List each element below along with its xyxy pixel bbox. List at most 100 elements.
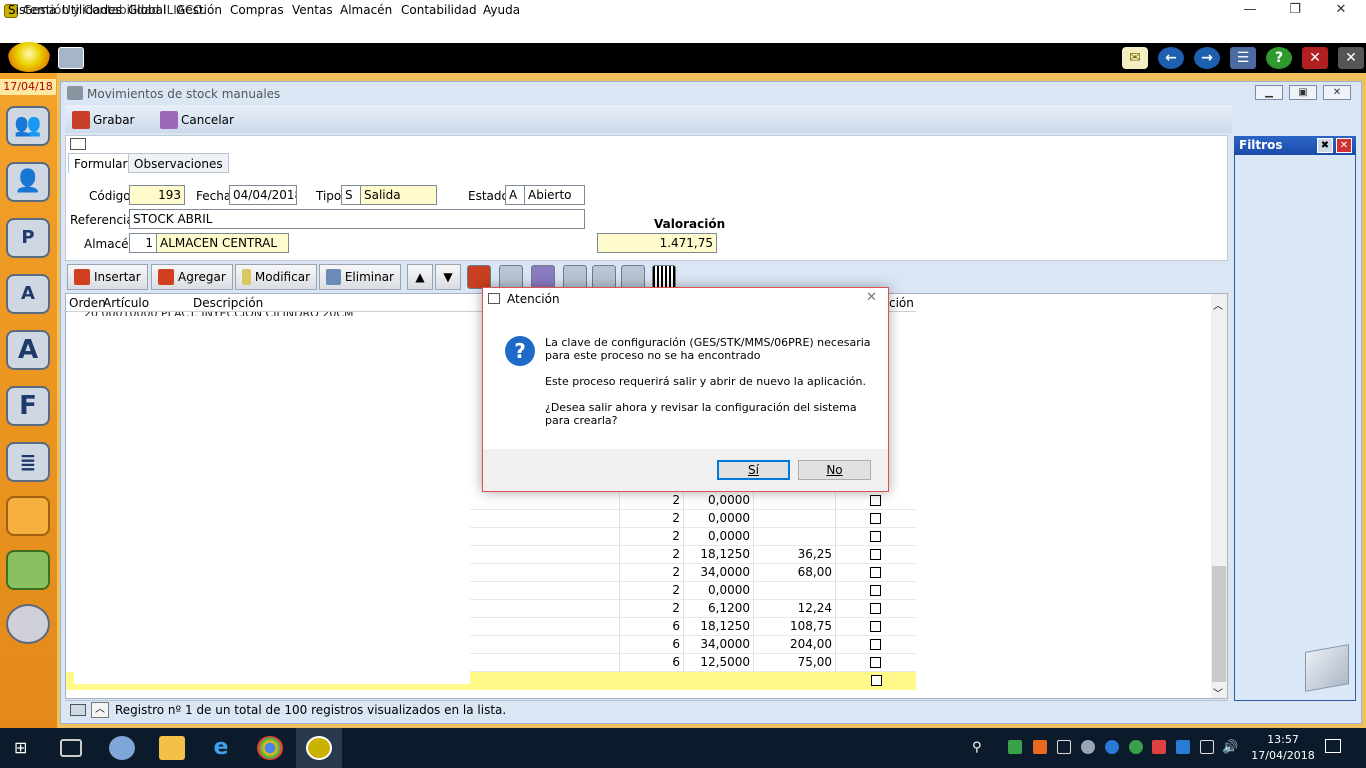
users-icon[interactable]: 👥 — [6, 106, 50, 146]
network-icon[interactable] — [1200, 740, 1214, 754]
row-checkbox[interactable] — [871, 675, 882, 686]
add-button[interactable]: Agregar — [151, 264, 233, 290]
row-checkbox[interactable] — [870, 585, 881, 596]
chrome-icon[interactable] — [257, 736, 283, 760]
app-orb-icon[interactable] — [8, 42, 50, 72]
bag-green-icon[interactable] — [6, 550, 50, 590]
red-tray-icon[interactable] — [1152, 740, 1166, 754]
bag-orange-icon[interactable] — [6, 496, 50, 536]
col-descripcion[interactable]: Descripción — [193, 296, 263, 310]
task-view-icon[interactable] — [60, 739, 82, 757]
status-view-icon[interactable] — [70, 704, 86, 716]
menu-compras[interactable]: Compras — [230, 3, 284, 17]
fecha-field[interactable]: 04/04/2018 — [229, 185, 297, 205]
tool-icon-1[interactable] — [467, 265, 491, 289]
user-a-icon[interactable]: A — [6, 274, 50, 314]
estado-code-field[interactable]: A — [505, 185, 525, 205]
taskbar-clock[interactable]: 13:57 17/04/2018 — [1248, 732, 1318, 764]
close-all-icon[interactable]: ✕ — [1338, 47, 1364, 69]
form-view-icon[interactable] — [70, 138, 86, 150]
windows-start-icon[interactable]: ⊞ — [14, 739, 32, 757]
minimize-button[interactable]: — — [1235, 2, 1265, 20]
usb-tray-icon[interactable] — [1057, 740, 1071, 754]
cancel-button[interactable]: Cancelar — [160, 109, 234, 131]
tool-tray-icon[interactable] — [1033, 740, 1047, 754]
file-explorer-icon[interactable] — [159, 736, 185, 760]
table-row[interactable]: 2 0,0000 — [470, 582, 916, 600]
tile-windows-icon[interactable]: ☰ — [1230, 47, 1256, 69]
row-checkbox[interactable] — [870, 531, 881, 542]
col-orden[interactable]: Orden — [69, 296, 106, 310]
row-checkbox[interactable] — [870, 603, 881, 614]
table-row[interactable]: 6 12,5000 75,00 — [470, 654, 916, 672]
iliaco-app-icon[interactable] — [306, 736, 332, 760]
row-checkbox[interactable] — [870, 657, 881, 668]
forward-arrow-icon[interactable]: → — [1194, 47, 1220, 69]
status-up-icon[interactable]: ︿ — [91, 702, 109, 718]
row-checkbox[interactable] — [870, 567, 881, 578]
blue-tray-icon[interactable] — [1176, 740, 1190, 754]
menu-utilidades[interactable]: Utilidades — [62, 3, 122, 17]
scroll-thumb[interactable] — [1212, 566, 1226, 682]
list-icon[interactable]: ≣ — [6, 442, 50, 482]
menu-global[interactable]: Global — [128, 3, 166, 17]
row-checkbox[interactable] — [870, 621, 881, 632]
help-icon[interactable]: ? — [1266, 47, 1292, 69]
teamviewer-tray-icon[interactable] — [1105, 740, 1119, 754]
tipo-code-field[interactable]: S — [341, 185, 361, 205]
save-button[interactable]: Grabar — [72, 109, 135, 131]
internet-explorer-icon[interactable]: e — [208, 736, 234, 760]
back-arrow-icon[interactable]: ← — [1158, 47, 1184, 69]
row-checkbox[interactable] — [870, 513, 881, 524]
tool-icon-3[interactable] — [531, 265, 555, 289]
menu-almacen[interactable]: Almacén — [340, 3, 392, 17]
table-row[interactable]: 6 34,0000 204,00 — [470, 636, 916, 654]
table-row[interactable]: 2 18,1250 36,25 — [470, 546, 916, 564]
security-tray-icon[interactable] — [1008, 740, 1022, 754]
menu-ayuda[interactable]: Ayuda — [483, 3, 520, 17]
window-list-icon[interactable] — [58, 47, 84, 69]
scroll-down-icon[interactable]: ﹀ — [1213, 685, 1223, 700]
table-row[interactable]: 2 0,0000 — [470, 528, 916, 546]
child-close-button[interactable]: ✕ — [1323, 85, 1351, 100]
tool-icon-5[interactable] — [592, 265, 616, 289]
child-restore-button[interactable]: ▣ — [1289, 85, 1317, 100]
move-down-button[interactable]: ▼ — [435, 264, 461, 290]
no-button[interactable]: No — [798, 460, 871, 480]
dialog-close-icon[interactable]: ✕ — [866, 290, 877, 305]
row-checkbox[interactable] — [870, 549, 881, 560]
f-icon[interactable]: F — [6, 386, 50, 426]
modify-button[interactable]: Modificar — [235, 264, 317, 290]
cloud-tray-icon[interactable] — [1081, 740, 1095, 754]
insert-button[interactable]: Insertar — [67, 264, 148, 290]
yes-button[interactable]: Sí — [717, 460, 790, 480]
row-checkbox[interactable] — [870, 639, 881, 650]
green-tray-icon[interactable] — [1129, 740, 1143, 754]
user-p-icon[interactable]: P — [6, 218, 50, 258]
referencia-field[interactable]: STOCK ABRIL — [129, 209, 585, 229]
paint-app-icon[interactable] — [109, 736, 135, 760]
menu-gestion[interactable]: Gestión — [176, 3, 222, 17]
table-row[interactable]: 2 0,0000 — [470, 510, 916, 528]
filters-close-icon[interactable]: ✕ — [1336, 138, 1352, 153]
people-icon[interactable]: ⚲ — [972, 740, 986, 755]
tool-icon-2[interactable] — [499, 265, 523, 289]
menu-ventas[interactable]: Ventas — [292, 3, 333, 17]
barcode-icon[interactable] — [652, 265, 676, 289]
col-articulo[interactable]: Artículo — [103, 296, 149, 310]
user-icon[interactable]: 👤 — [6, 162, 50, 202]
table-row[interactable]: 6 18,1250 108,75 — [470, 618, 916, 636]
close-button[interactable]: ✕ — [1326, 2, 1356, 20]
codigo-field[interactable]: 193 — [129, 185, 185, 205]
table-row[interactable]: 2 6,1200 12,24 — [470, 600, 916, 618]
table-row[interactable]: 2 34,0000 68,00 — [470, 564, 916, 582]
tool-icon-4[interactable] — [563, 265, 587, 289]
delete-button[interactable]: Eliminar — [319, 264, 401, 290]
tab-observaciones[interactable]: Observaciones — [128, 153, 229, 173]
almacen-code-field[interactable]: 1 — [129, 233, 157, 253]
col-estado[interactable]: ción — [889, 296, 914, 310]
table-row[interactable]: 2 0,0000 — [470, 492, 916, 510]
cd-wand-icon[interactable] — [6, 604, 50, 644]
child-minimize-button[interactable]: ▁ — [1255, 85, 1283, 100]
menu-contabilidad[interactable]: Contabilidad — [401, 3, 477, 17]
